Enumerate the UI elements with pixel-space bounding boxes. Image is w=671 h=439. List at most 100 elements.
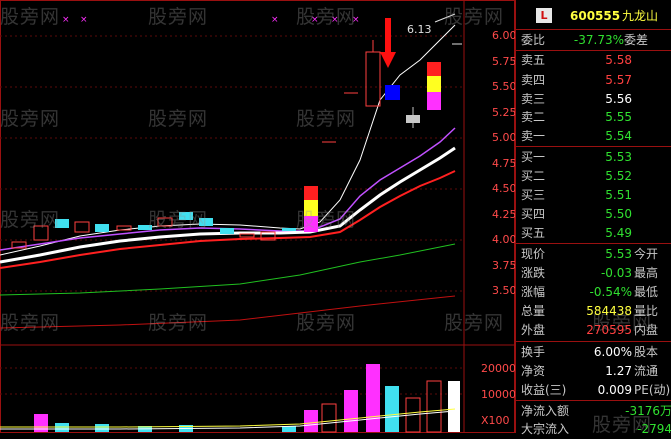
candle[interactable]: [138, 225, 152, 230]
candle[interactable]: [282, 228, 296, 231]
candle[interactable]: [220, 228, 234, 234]
price-tick: 4.75: [492, 157, 517, 170]
candle[interactable]: [304, 186, 318, 200]
quote-label2: 量比: [634, 304, 659, 318]
ask-price: 5.57: [605, 73, 632, 87]
stats-value: 0.009: [597, 383, 632, 397]
candle[interactable]: [385, 85, 400, 100]
quote-row: 现价 5.53 今开: [516, 244, 671, 264]
candle[interactable]: [55, 219, 69, 228]
stats-row: 换手 6.00% 股本: [516, 342, 671, 362]
quote-label: 涨跌: [521, 266, 546, 280]
bid-row-2[interactable]: 买二 5.52: [516, 166, 671, 186]
ask-row-4[interactable]: 卖四 5.57: [516, 70, 671, 90]
candle[interactable]: [239, 233, 255, 238]
candle[interactable]: [427, 92, 441, 110]
svg-text:×: ×: [80, 15, 88, 25]
bid-label: 买五: [521, 226, 546, 240]
flow-label: 大宗流入: [521, 422, 570, 436]
candle[interactable]: [179, 212, 193, 220]
stock-logo-icon: L: [536, 8, 552, 23]
ask-label: 卖四: [521, 73, 546, 87]
ask-row-3[interactable]: 卖三 5.56: [516, 89, 671, 109]
volume-bar[interactable]: [448, 381, 460, 432]
volume-bar[interactable]: [95, 424, 109, 432]
candle[interactable]: [199, 218, 213, 226]
volume-bar[interactable]: [385, 386, 399, 432]
stats-label: 收益(三): [521, 383, 567, 397]
volume-bar[interactable]: [321, 403, 337, 433]
ask-price: 5.56: [605, 92, 632, 106]
high-annotation-pointer: [434, 13, 456, 23]
quote-value: 5.53: [605, 247, 632, 261]
volume-bar[interactable]: [426, 380, 442, 433]
price-tick: 3.75: [492, 259, 517, 272]
stats-label: 净资: [521, 364, 546, 378]
weibi-label: 委比: [521, 33, 546, 47]
volume-bar[interactable]: [344, 390, 358, 432]
candle[interactable]: [365, 51, 381, 107]
volume-bars[interactable]: [0, 364, 460, 433]
price-tick: 4.50: [492, 182, 517, 195]
quote-row: 涨跌 -0.03 最高: [516, 263, 671, 283]
weicha-label: 委差: [624, 33, 649, 47]
quote-label: 总量: [521, 304, 546, 318]
bid-label: 买三: [521, 188, 546, 202]
quote-label2: 内盘: [634, 323, 659, 337]
candle[interactable]: [427, 76, 441, 92]
ask-row-2[interactable]: 卖二 5.55: [516, 107, 671, 127]
stock-name: 九龙山: [622, 9, 659, 23]
price-tick: 5.00: [492, 131, 517, 144]
volume-bar[interactable]: [366, 364, 380, 432]
volume-bar[interactable]: [304, 410, 318, 432]
flow-value: -2794: [637, 422, 671, 436]
price-tick: 4.00: [492, 233, 517, 246]
flow-row: 大宗流入 -2794: [516, 419, 671, 439]
volume-tick: X100: [481, 414, 510, 427]
candle[interactable]: [33, 225, 49, 241]
ask-row-5[interactable]: 卖五 5.58: [516, 50, 671, 70]
candle[interactable]: [304, 216, 318, 232]
ma-green: [0, 243, 456, 296]
svg-text:×: ×: [62, 15, 70, 25]
ask-label: 卖一: [521, 129, 546, 143]
stats-value: 1.27: [605, 364, 632, 378]
quote-label2: 最高: [634, 266, 659, 280]
weibi-row: 委比 -37.73% 委差: [516, 30, 671, 50]
quote-label2: 今开: [634, 247, 659, 261]
svg-text:×: ×: [331, 15, 339, 25]
ask-price: 5.55: [605, 110, 632, 124]
bid-row-4[interactable]: 买四 5.50: [516, 204, 671, 224]
kline-chart-canvas[interactable]: × × × × × × 6.13: [0, 0, 515, 433]
stats-row: 收益(三) 0.009 PE(动): [516, 380, 671, 400]
candle[interactable]: [74, 221, 90, 233]
ma-darkred: [0, 295, 456, 329]
kline-chart[interactable]: × × × × × × 6.13 6.00 5.75 5.50 5.25 5.0…: [0, 0, 517, 433]
ask-row-1[interactable]: 卖一 5.54: [516, 126, 671, 146]
stats-value: 6.00%: [593, 345, 632, 359]
candle[interactable]: [95, 224, 109, 232]
ask-label: 卖五: [521, 53, 546, 67]
quote-value: 270595: [586, 323, 632, 337]
volume-tick: 10000: [481, 388, 516, 401]
bid-price: 5.49: [605, 226, 632, 240]
quote-value: 584438: [586, 304, 632, 318]
ask-price: 5.54: [605, 129, 632, 143]
candle[interactable]: [304, 200, 318, 216]
candle[interactable]: [427, 62, 441, 76]
stock-header[interactable]: L 600555 九龙山: [516, 6, 671, 26]
bid-row-3[interactable]: 买三 5.51: [516, 185, 671, 205]
bid-row-1[interactable]: 买一 5.53: [516, 147, 671, 167]
bid-price: 5.52: [605, 169, 632, 183]
bid-price: 5.50: [605, 207, 632, 221]
bid-price: 5.51: [605, 188, 632, 202]
stats-label2: 股本: [634, 345, 659, 359]
price-tick: 5.50: [492, 80, 517, 93]
bid-row-5[interactable]: 买五 5.49: [516, 223, 671, 243]
flow-label: 净流入额: [521, 404, 570, 418]
bid-label: 买一: [521, 150, 546, 164]
quote-row: 总量 584438 量比: [516, 301, 671, 321]
quote-row: 外盘 270595 内盘: [516, 320, 671, 340]
candle[interactable]: [157, 217, 173, 227]
candles[interactable]: [11, 40, 441, 249]
